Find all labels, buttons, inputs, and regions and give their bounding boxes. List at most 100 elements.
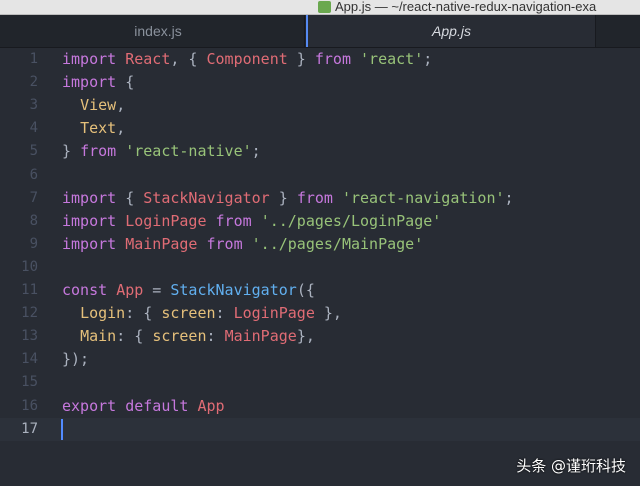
code-line[interactable]: 7 import { StackNavigator } from 'react-n… [0, 187, 640, 210]
code-text: export default App [62, 395, 225, 418]
code-text: } from 'react-native'; [62, 140, 261, 163]
line-number: 2 [29, 74, 38, 91]
code-token: import [62, 211, 117, 230]
code-token: } [269, 188, 297, 207]
code-text: import { StackNavigator } from 'react-na… [62, 187, 514, 210]
code-token: import [62, 188, 117, 207]
code-text: import MainPage from '../pages/MainPage' [62, 233, 423, 256]
text-cursor [61, 418, 63, 440]
code-token: from [206, 234, 243, 253]
code-token: screen [152, 327, 207, 346]
code-text: import React, { Component } from 'react'… [62, 48, 432, 71]
code-token: : { [116, 327, 153, 346]
code-token: : { [125, 304, 162, 323]
code-token: ; [423, 50, 433, 68]
code-token: { [116, 188, 144, 207]
code-token: ({ [296, 281, 315, 299]
code-text: import LoginPage from '../pages/LoginPag… [62, 210, 441, 233]
line-number: 8 [29, 212, 38, 229]
line-number: 6 [29, 166, 38, 183]
code-token: import [62, 50, 117, 68]
code-token: React [125, 50, 171, 68]
code-line[interactable]: 16 export default App [0, 395, 640, 418]
line-number: 4 [29, 120, 38, 137]
line-number: 1 [29, 51, 38, 67]
code-token: const [62, 281, 108, 299]
code-token: from [296, 188, 333, 207]
line-number: 17 [21, 420, 38, 437]
code-line[interactable]: 5 } from 'react-native'; [0, 140, 640, 163]
code-text: Main: { screen: MainPage}, [62, 325, 315, 348]
code-line[interactable]: 3 View, [0, 94, 640, 117]
code-token: { [116, 73, 135, 92]
code-line[interactable]: 14}); [0, 348, 640, 371]
code-token: default [125, 396, 189, 415]
code-token: : [206, 327, 225, 346]
line-number: 14 [21, 351, 38, 368]
code-token: App [197, 396, 225, 415]
code-token: '../pages/LoginPage' [260, 211, 442, 230]
code-token: } [62, 142, 81, 161]
line-number: 13 [21, 328, 38, 345]
code-token: : [215, 304, 234, 323]
line-number: 5 [29, 143, 38, 160]
code-token: } [287, 50, 315, 68]
code-line[interactable]: 9 import MainPage from '../pages/MainPage… [0, 233, 640, 256]
code-token: App [116, 281, 144, 299]
tab-app-js[interactable]: App.js [306, 15, 596, 47]
watermark: 头条 @谨珩科技 [516, 457, 626, 475]
tab-bar: index.js App.js [0, 15, 640, 48]
code-token: import [62, 73, 117, 92]
line-number: 15 [21, 374, 38, 391]
code-line[interactable]: 10 [0, 256, 640, 279]
code-token: screen [161, 304, 216, 323]
code-line[interactable]: 1 import React, { Component } from 'react… [0, 48, 640, 71]
code-line[interactable]: 4 Text, [0, 117, 640, 140]
code-token: Text [80, 119, 117, 138]
code-token: MainPage [125, 234, 198, 253]
line-number: 9 [29, 235, 38, 252]
code-token: 'react-navigation' [341, 188, 505, 207]
code-token: Main [80, 327, 117, 346]
code-token: from [215, 211, 252, 230]
code-line[interactable]: 8 import LoginPage from '../pages/LoginPa… [0, 210, 640, 233]
code-token: = [143, 281, 171, 299]
code-line[interactable]: 11 const App = StackNavigator({ [0, 279, 640, 302]
code-token: StackNavigator [170, 281, 297, 299]
code-text: }); [62, 348, 89, 371]
code-token: ; [504, 188, 514, 207]
code-line[interactable]: 6 [0, 164, 640, 187]
tab-index-js[interactable]: index.js [12, 15, 305, 47]
code-text: Text, [62, 117, 125, 140]
code-token: , [116, 96, 126, 115]
code-editor[interactable]: 1 import React, { Component } from 'react… [0, 48, 640, 486]
code-token: MainPage [224, 327, 297, 346]
code-line[interactable]: 13 Main: { screen: MainPage}, [0, 325, 640, 348]
line-number: 10 [21, 258, 38, 275]
code-token: , [116, 119, 126, 138]
code-token: View [80, 96, 117, 115]
code-line[interactable]: 12 Login: { screen: LoginPage }, [0, 302, 640, 325]
line-number: 3 [29, 97, 38, 114]
code-text: View, [62, 94, 125, 117]
code-line[interactable]: 15 [0, 371, 640, 394]
code-line[interactable]: 17 [0, 417, 640, 441]
code-token: Login [80, 304, 126, 323]
file-type-icon [318, 1, 331, 13]
code-token: import [62, 234, 117, 253]
code-line[interactable]: 2 import { [0, 71, 640, 94]
code-token: 'react' [360, 50, 424, 68]
code-token: Component [206, 50, 288, 68]
